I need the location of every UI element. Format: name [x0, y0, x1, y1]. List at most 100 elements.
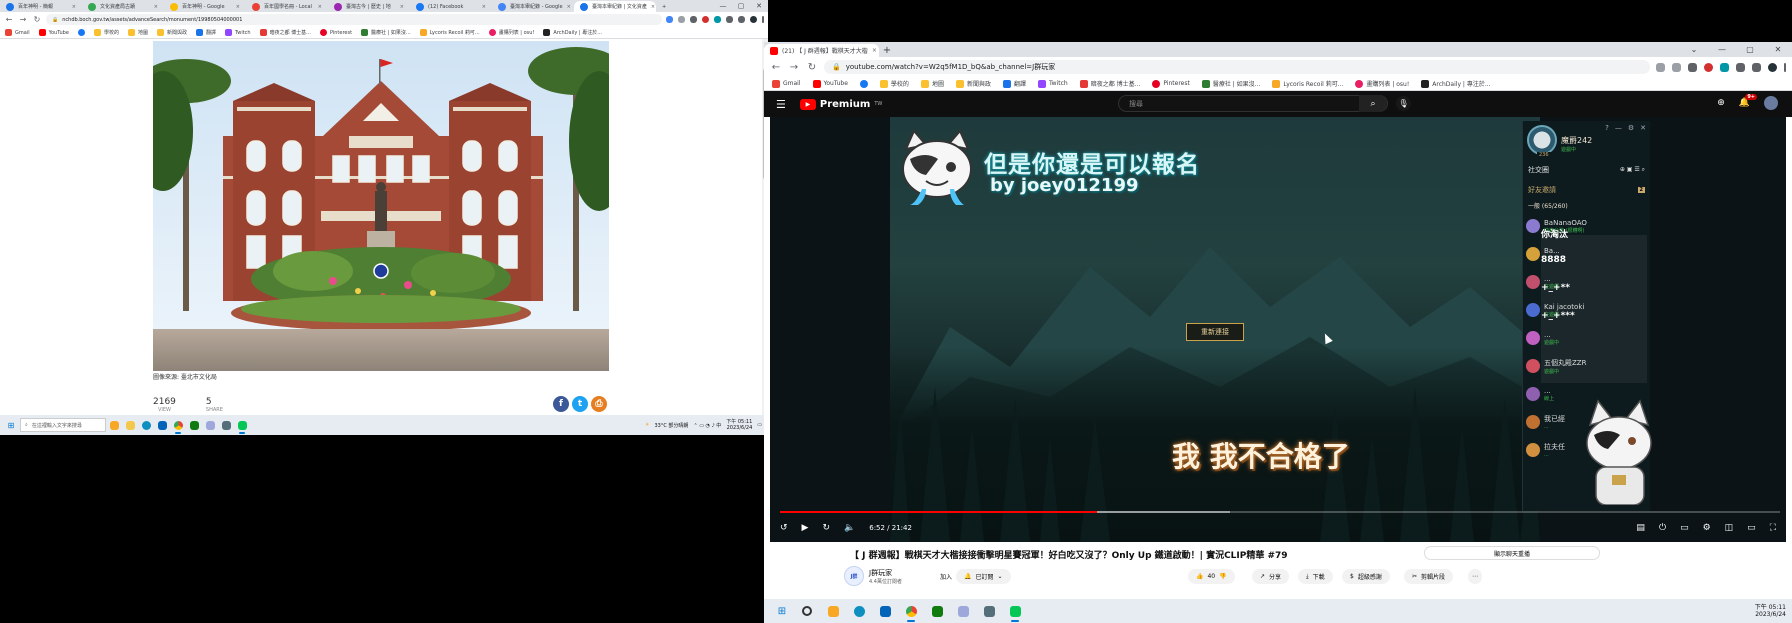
taskbar-app[interactable] [1004, 600, 1026, 622]
chat-icon[interactable]: ▤ [1636, 523, 1645, 533]
bookmark[interactable]: 醫療社 | 如果沒... [361, 29, 411, 36]
windows-start-icon[interactable]: ⊞ [772, 600, 792, 622]
share-icon[interactable] [1672, 62, 1681, 72]
tab-close-icon[interactable]: × [318, 4, 322, 10]
like-button[interactable]: 👍 40 👎 [1188, 569, 1235, 584]
bookmark[interactable]: Twitch [1037, 79, 1068, 88]
bookmark[interactable]: 新聞與政 [156, 29, 187, 36]
profile-icon[interactable] [750, 16, 757, 23]
print-icon[interactable]: ⎙ [591, 396, 607, 412]
taskbar-app[interactable] [154, 416, 170, 434]
taskbar-clock[interactable]: 下午 05:11 2023/6/24 [1755, 604, 1786, 618]
show-chat-replay-button[interactable]: 顯示聊天重播 [1424, 546, 1600, 560]
autoplay-toggle[interactable]: ⏻ [1659, 523, 1666, 533]
subscribed-button[interactable]: 🔔 已訂閱 ⌄ [956, 569, 1011, 584]
bookmark[interactable]: 翻譯 [1002, 79, 1026, 88]
notification-bell-icon[interactable]: 🔔 9+ [1739, 94, 1757, 108]
left-tab-3[interactable]: 百年國學名冊 - Local × [246, 1, 328, 12]
left-tab-5[interactable]: (12) Facebook × [410, 1, 492, 12]
microphone-icon[interactable]: 🎙 [1396, 96, 1411, 111]
windows-start-icon[interactable]: ⊞ [2, 416, 20, 434]
weather-text[interactable]: 33°C 部分晴朗 [654, 422, 688, 429]
bookmark[interactable]: 學校的 [879, 79, 909, 88]
left-tab-0[interactable]: 百年神明 - 簡報 × [0, 1, 82, 12]
taskbar-app[interactable] [796, 600, 818, 622]
theater-icon[interactable]: ▭ [1747, 523, 1756, 533]
account-avatar[interactable] [1764, 96, 1778, 110]
bookmark[interactable]: 新聞與政 [955, 79, 991, 88]
bookmark[interactable]: 地圖 [920, 79, 944, 88]
gear-icon[interactable]: ⚙ [1703, 523, 1711, 533]
close-icon[interactable]: ✕ [750, 0, 768, 12]
bookmark[interactable]: 畫購列表 | osu! [488, 29, 534, 36]
extension-icon[interactable] [1704, 62, 1713, 72]
taskbar-search-input[interactable]: ⌕ 在這裡輸入文字來搜尋 [20, 418, 106, 432]
bookmark[interactable] [77, 29, 85, 36]
clip-button[interactable]: ✂ 剪輯片段 [1404, 569, 1454, 584]
sidepanel-icon[interactable] [738, 16, 745, 23]
google-icon[interactable] [666, 16, 673, 23]
close-icon[interactable]: ✕ [1764, 42, 1792, 57]
bookmark[interactable]: YouTube [38, 29, 69, 36]
tab-close-icon[interactable]: × [482, 4, 486, 10]
facebook-share-icon[interactable]: f [553, 396, 569, 412]
channel-avatar[interactable]: J群 [844, 566, 864, 586]
left-tab-6[interactable]: 臺灣本舉紀錄 - Google × [492, 1, 574, 12]
taskbar-app[interactable] [900, 600, 922, 622]
taskbar-app[interactable] [234, 416, 250, 434]
taskbar-app[interactable] [186, 416, 202, 434]
forward-icon[interactable]: → [788, 62, 800, 73]
extension-icon[interactable] [714, 16, 721, 23]
download-button[interactable]: ⤓ 下載 [1298, 569, 1333, 584]
minimize-icon[interactable]: — [714, 0, 732, 12]
maximize-icon[interactable]: ▢ [732, 0, 750, 12]
bookmark[interactable]: Pinterest [1152, 79, 1190, 88]
new-tab-button[interactable]: + [879, 44, 895, 57]
puzzle-icon[interactable] [1736, 62, 1745, 72]
tab-close-icon[interactable]: × [236, 4, 240, 10]
taskbar-app[interactable] [218, 416, 234, 434]
bookmark[interactable]: 暗夜之都 博士基... [259, 29, 311, 36]
back-icon[interactable]: ← [770, 62, 782, 73]
miniplayer-icon[interactable]: ◫ [1725, 523, 1734, 533]
menu-icon[interactable] [1784, 62, 1786, 72]
bookmark[interactable]: Lycoris Recoil 莉可... [1272, 79, 1343, 88]
video-progress-bar[interactable] [780, 511, 1780, 513]
profile-icon[interactable] [1768, 62, 1777, 72]
twitter-share-icon[interactable]: t [572, 396, 588, 412]
hamburger-menu-icon[interactable]: ☰ [776, 98, 786, 111]
taskbar-app[interactable] [874, 600, 896, 622]
video-player[interactable]: 但是你還是可以報名 by joey012199 重新連接 我 我不合格了 ? —… [770, 117, 1786, 542]
reconnect-button[interactable]: 重新連接 [1186, 323, 1244, 341]
search-icon[interactable]: ⌕ [1359, 95, 1387, 112]
youtube-search-input[interactable]: 搜尋 ⌕ [1118, 95, 1388, 112]
tab-close-icon[interactable]: × [400, 4, 404, 10]
address-bar[interactable]: 🔒 youtube.com/watch?v=W2q5fM1D_bQ&ab_cha… [824, 60, 1650, 74]
bookmark[interactable]: 畫購列表 | osu! [1355, 79, 1409, 88]
cast-icon[interactable] [1656, 62, 1665, 72]
right-tab-youtube[interactable]: (21) 【 J 群週報】戰棋天才大楷 × [764, 44, 879, 57]
taskbar-app[interactable] [122, 416, 138, 434]
bookmark[interactable]: 地圖 [127, 29, 148, 36]
back-icon[interactable]: ← [4, 15, 14, 24]
bookmark[interactable]: Lycoris Recoil 莉可... [419, 29, 480, 36]
bookmark[interactable]: 醫療社 | 如果沒... [1201, 79, 1260, 88]
bookmark[interactable]: Pinterest [319, 29, 352, 36]
left-tab-4[interactable]: 臺灣古今 | 歷史 | 地 × [328, 1, 410, 12]
left-tab-1[interactable]: 文化資產局古蹟 × [82, 1, 164, 12]
star-icon[interactable] [690, 16, 697, 23]
taskbar-app[interactable] [822, 600, 844, 622]
bookmark[interactable]: YouTube [812, 79, 848, 88]
forward-icon[interactable]: → [18, 15, 28, 24]
maximize-icon[interactable]: ▢ [1736, 42, 1764, 57]
left-tab-2[interactable]: 百年神明 - Google × [164, 1, 246, 12]
taskbar-app[interactable] [106, 416, 122, 434]
share-button[interactable]: ↗ 分享 [1252, 569, 1290, 584]
share-icon[interactable] [678, 16, 685, 23]
fullscreen-icon[interactable]: ⛶ [1770, 523, 1776, 533]
puzzle-icon[interactable] [726, 16, 733, 23]
taskbar-app[interactable] [978, 600, 1000, 622]
tray-icons[interactable]: ⌃ ▭ ◔ ♪ 中 [693, 422, 721, 429]
reload-icon[interactable]: ↻ [806, 62, 818, 73]
bookmark[interactable]: ArchDaily | 專注於... [1421, 79, 1491, 88]
